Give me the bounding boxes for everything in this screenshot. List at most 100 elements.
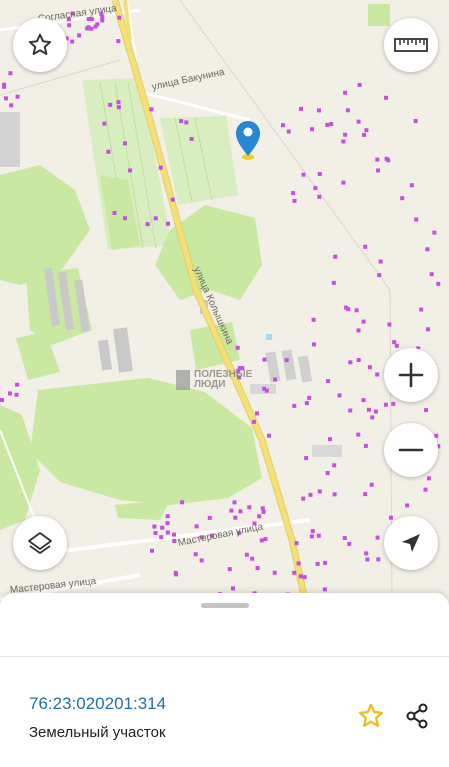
cadastral-number[interactable]: 76:23:020201:314 xyxy=(29,694,166,714)
parcel-dot xyxy=(342,536,347,540)
parcel-dot xyxy=(286,129,291,134)
parcel-dot xyxy=(364,551,369,556)
sheet-divider xyxy=(0,656,449,657)
parcel-dot xyxy=(117,15,122,20)
parcel-dot xyxy=(128,168,132,173)
parcel-dot xyxy=(405,503,410,508)
watermark-logo: ПОЛЕЗНЫЕ ЛЮДИ xyxy=(176,370,252,390)
parcel-dot xyxy=(343,132,348,137)
parcel-dot xyxy=(108,102,113,107)
parcel-dot xyxy=(362,132,366,137)
parcel-dot xyxy=(363,244,368,249)
layers-icon xyxy=(28,532,52,554)
parcel-dot xyxy=(4,96,8,101)
parcel-dot xyxy=(255,566,260,571)
parcel-dot xyxy=(199,558,204,563)
plus-icon xyxy=(398,362,424,388)
parcel-dot xyxy=(294,541,299,546)
parcel-dot xyxy=(317,489,322,494)
parcel-dot xyxy=(227,567,232,572)
parcel-dot xyxy=(346,307,351,312)
parcel-dot xyxy=(357,82,362,87)
parcel-dot xyxy=(260,506,265,511)
parcel-dot xyxy=(261,509,266,514)
ruler-button[interactable] xyxy=(384,18,438,72)
parcel-dot xyxy=(356,119,361,124)
parcel-dot xyxy=(343,90,348,95)
parcel-dot xyxy=(376,557,381,562)
parcel-dot xyxy=(413,119,418,123)
parcel-dot xyxy=(93,24,98,29)
parcel-dot xyxy=(424,408,428,413)
parcel-dot xyxy=(233,515,238,520)
my-location-button[interactable] xyxy=(384,516,438,570)
parcel-dot xyxy=(369,482,374,487)
parcel-dot xyxy=(172,539,177,543)
parcel-dot xyxy=(325,122,330,127)
parcel-dot xyxy=(85,26,90,31)
share-button[interactable] xyxy=(402,701,432,731)
zoom-in-button[interactable] xyxy=(384,348,438,402)
share-icon xyxy=(406,703,428,729)
parcel-dot xyxy=(392,340,397,345)
parcel-dot xyxy=(259,538,264,543)
parcel-dot xyxy=(423,487,428,492)
parcel-dot xyxy=(317,194,322,199)
parcel-dot xyxy=(189,137,194,141)
parcel-dot xyxy=(257,514,262,519)
parcel-dot xyxy=(179,119,184,124)
parcel-dot xyxy=(273,377,278,382)
parcel-dot xyxy=(426,327,430,332)
parcel-dot xyxy=(2,82,7,87)
favorite-parcel-button[interactable] xyxy=(356,701,386,731)
parcel-dot xyxy=(315,561,320,566)
parcel-dot xyxy=(8,391,12,396)
parcel-dot xyxy=(373,409,378,414)
parcel-dot xyxy=(123,141,127,146)
parcel-dot xyxy=(378,259,383,264)
parcel-type-label: Земельный участок xyxy=(29,724,166,741)
parcel-dot xyxy=(387,322,392,327)
parcel-dot xyxy=(341,180,346,185)
parcel-dot xyxy=(366,407,371,412)
parcel-dot xyxy=(158,165,163,170)
parcel-dot xyxy=(328,437,332,442)
parcel-dot xyxy=(116,100,121,105)
parcel-dot xyxy=(70,39,75,44)
parcel-dot xyxy=(255,411,259,416)
parcel-dot xyxy=(332,463,337,468)
sheet-grabber[interactable] xyxy=(201,603,249,608)
parcel-dot xyxy=(165,514,170,519)
parcel-dot xyxy=(341,139,346,144)
layers-button[interactable] xyxy=(13,516,67,570)
parcel-dot xyxy=(229,508,234,513)
parcel-dot xyxy=(193,552,198,557)
parcel-dot xyxy=(263,537,268,542)
parcel-dot xyxy=(414,217,419,222)
parcel-dot xyxy=(383,402,388,407)
parcel-dot xyxy=(361,319,366,324)
star-outline-icon xyxy=(28,33,52,55)
parcel-dot xyxy=(231,586,235,591)
parcel-dot xyxy=(247,505,252,510)
zoom-out-button[interactable] xyxy=(384,423,438,477)
parcel-dot xyxy=(356,432,361,437)
parcel-dot xyxy=(184,120,189,125)
parcel-dot xyxy=(150,548,154,553)
parcel-dot xyxy=(365,557,370,562)
parcel-dot xyxy=(356,358,361,362)
parcel-dot xyxy=(165,530,170,535)
favorite-map-button[interactable] xyxy=(13,18,67,72)
parcel-dot xyxy=(429,272,434,277)
parcel-dot xyxy=(159,535,164,540)
parcel-dot xyxy=(425,247,430,252)
parcel-dot xyxy=(123,216,127,221)
parcel-dot xyxy=(426,476,431,481)
parcel-dot xyxy=(15,94,20,99)
parcel-dot xyxy=(180,500,185,505)
parcel-dot xyxy=(284,358,289,363)
parcel-dot xyxy=(291,191,296,196)
parcel-dot xyxy=(262,386,267,391)
map-canvas[interactable]: Согласная улица улица Бакунина улица Кол… xyxy=(0,0,449,600)
parcel-dot xyxy=(375,535,380,540)
